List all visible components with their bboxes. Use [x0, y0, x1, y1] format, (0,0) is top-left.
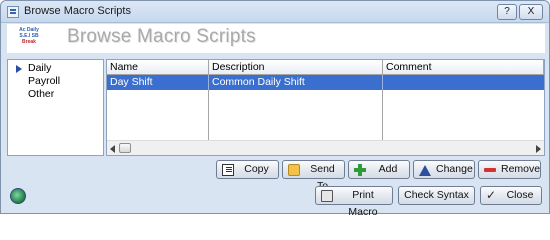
app-icon [7, 6, 19, 18]
add-icon [354, 164, 366, 176]
browse-macro-scripts-window: Browse Macro Scripts ? X Ac Daily S.E.I … [0, 0, 550, 218]
remove-button[interactable]: Remove [478, 160, 541, 179]
category-item-payroll[interactable]: Payroll [8, 75, 103, 88]
cell-description: Common Daily Shift [209, 75, 383, 90]
send-to-icon [288, 164, 300, 176]
print-macro-button[interactable]: Print Macro [315, 186, 393, 218]
category-item-daily[interactable]: Daily [8, 62, 103, 75]
category-label: Other [28, 88, 55, 100]
change-button-label: Change [436, 163, 473, 175]
horizontal-scrollbar[interactable] [107, 140, 544, 155]
change-icon [419, 164, 431, 176]
table-row[interactable]: Day Shift Common Daily Shift [107, 75, 544, 90]
column-header-name[interactable]: Name [107, 60, 209, 75]
column-divider [382, 90, 383, 142]
title-bar: Browse Macro Scripts ? X [1, 1, 549, 23]
selected-arrow-icon [16, 65, 22, 73]
close-window-button[interactable]: X [519, 4, 543, 20]
change-button[interactable]: Change [413, 160, 475, 179]
close-button-label: Close [506, 189, 534, 201]
copy-icon [222, 164, 234, 176]
print-macro-button-label: Print Macro [348, 189, 378, 218]
checkmark-icon [486, 187, 498, 204]
remove-icon [484, 164, 496, 176]
category-label: Payroll [28, 75, 61, 87]
cell-comment [383, 75, 544, 90]
add-button[interactable]: Add [348, 160, 410, 179]
scroll-thumb[interactable] [119, 143, 131, 153]
help-button[interactable]: ? [497, 4, 517, 20]
category-item-other[interactable]: Other [8, 88, 103, 101]
close-button[interactable]: Close [480, 186, 542, 205]
printer-icon [321, 190, 333, 202]
scroll-right-icon[interactable] [536, 145, 541, 153]
category-label: Daily [28, 62, 52, 74]
page-title: Browse Macro Scripts [67, 26, 256, 47]
copy-button-label: Copy [244, 163, 269, 175]
column-header-comment[interactable]: Comment [383, 60, 544, 75]
add-button-label: Add [378, 163, 398, 175]
window-title: Browse Macro Scripts [24, 5, 131, 17]
remove-button-label: Remove [501, 163, 541, 175]
copy-button[interactable]: Copy [216, 160, 279, 179]
table-header: Name Description Comment [107, 60, 544, 75]
column-header-description[interactable]: Description [209, 60, 383, 75]
cell-name: Day Shift [107, 75, 209, 90]
logo-line-3: Break [22, 39, 36, 45]
macro-table: Name Description Comment Day Shift Commo… [106, 59, 545, 156]
check-syntax-button[interactable]: Check Syntax [398, 186, 475, 205]
globe-icon[interactable] [10, 188, 26, 204]
header-banner: Ac Daily S.E.I SB Break Browse Macro Scr… [7, 24, 545, 53]
category-list: Daily Payroll Other [7, 59, 104, 156]
send-to-button[interactable]: Send To [282, 160, 345, 192]
logo: Ac Daily S.E.I SB Break [13, 27, 45, 49]
check-syntax-button-label: Check Syntax [404, 189, 469, 201]
scroll-left-icon[interactable] [110, 145, 115, 153]
column-divider [208, 90, 209, 142]
